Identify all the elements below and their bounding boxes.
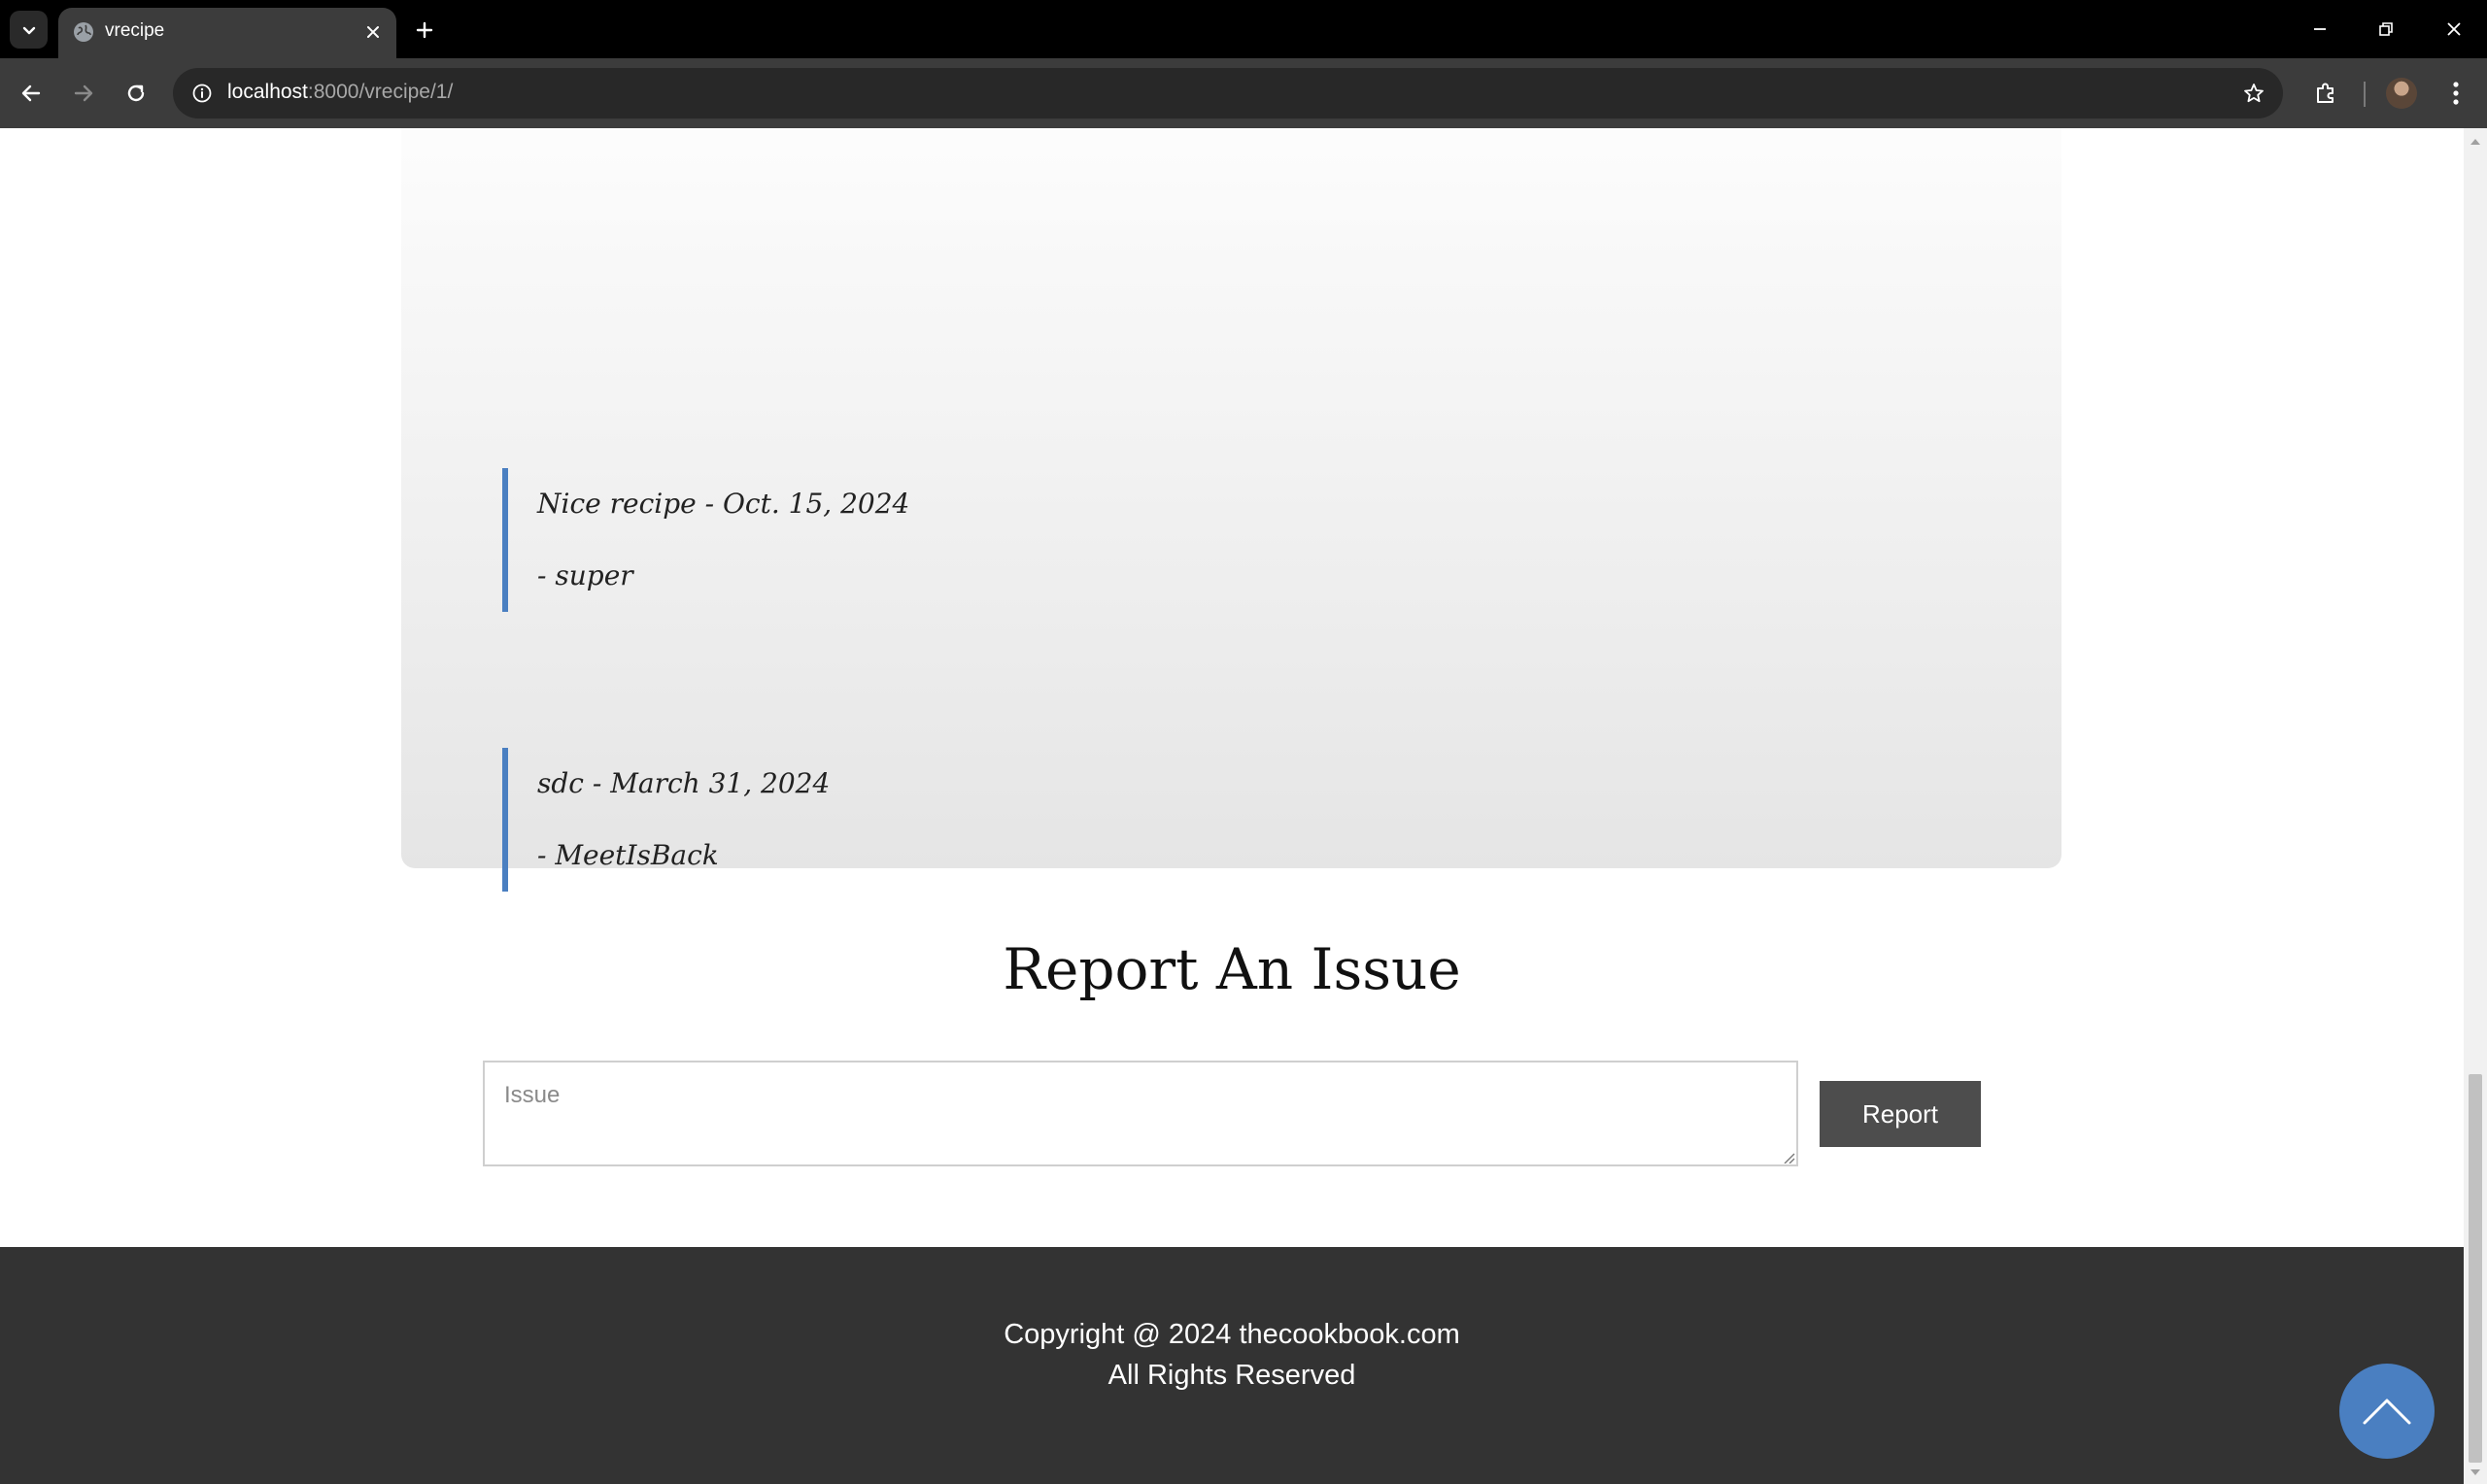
puzzle-icon [2317,83,2334,103]
close-icon [367,26,379,38]
browser-toolbar: localhost:8000/vrecipe/1/ [0,58,2487,128]
restore-button[interactable] [2357,10,2415,49]
back-button[interactable] [10,72,52,115]
close-window-button[interactable] [2425,10,2483,49]
globe-icon [74,22,93,42]
browser-tabstrip: vrecipe [0,0,2487,58]
new-tab-button[interactable] [408,14,441,47]
triangle-up-icon [2470,139,2480,145]
url-text: localhost:8000/vrecipe/1/ [227,81,453,104]
tab-close-button[interactable] [361,20,385,44]
footer-copyright: Copyright @ 2024 thecookbook.com [1004,1319,1460,1350]
scroll-down-button[interactable] [2464,1463,2487,1482]
minimize-button[interactable] [2291,10,2349,49]
extensions-button[interactable] [2304,72,2347,115]
minimize-icon [2314,28,2326,30]
reload-button[interactable] [115,72,157,115]
toolbar-divider [2364,82,2366,107]
comment-item: sdc - March 31, 2024 - MeetIsBack [502,748,1377,892]
comment-text: sdc - March 31, 2024 [537,767,831,799]
star-icon [2244,84,2264,103]
issue-input[interactable] [483,1061,1798,1166]
bookmark-button[interactable] [2238,78,2269,109]
comment-item: Nice recipe - Oct. 15, 2024 - super [502,468,1377,612]
comments-section: Nice recipe - Oct. 15, 2024 - super sdc … [401,128,2061,892]
address-bar[interactable]: localhost:8000/vrecipe/1/ [173,68,2283,118]
report-heading: Report An Issue [1003,936,1461,1002]
close-icon [2447,22,2461,36]
tab-title: vrecipe [105,20,165,41]
url-host: localhost [227,81,308,103]
more-vert-icon [2453,82,2459,105]
tab-search-button[interactable] [10,11,48,49]
footer-rights: All Rights Reserved [1107,1360,1356,1391]
arrow-right-icon [74,84,93,102]
restore-icon [2379,22,2393,36]
page-viewport: Nice recipe - Oct. 15, 2024 - super sdc … [0,128,2464,1484]
plus-icon [416,21,433,39]
report-button[interactable]: Report [1820,1081,1981,1147]
scroll-thumb[interactable] [2469,1074,2482,1463]
browser-menu-button[interactable] [2438,72,2473,115]
browser-tab[interactable]: vrecipe [58,8,396,58]
forward-button[interactable] [62,72,105,115]
reload-icon [127,84,145,102]
footer: Copyright @ 2024 thecookbook.com All Rig… [0,1247,2464,1484]
url-path: :8000/vrecipe/1/ [307,81,454,103]
comment-author: - MeetIsBack [537,839,719,871]
resize-handle-icon[interactable] [1782,1152,1795,1164]
chevron-down-icon [22,26,35,34]
comment-text: Nice recipe - Oct. 15, 2024 [537,488,910,520]
chevron-up-icon [2363,1399,2411,1425]
triangle-down-icon [2470,1469,2480,1475]
arrow-left-icon [21,84,41,102]
info-icon [192,84,212,103]
comment-author: - super [537,559,633,591]
site-info-button[interactable] [188,80,216,107]
back-to-top-button[interactable] [2339,1364,2435,1459]
scroll-up-button[interactable] [2464,132,2487,152]
profile-avatar[interactable] [2386,78,2417,109]
page-scrollbar[interactable] [2464,128,2487,1484]
